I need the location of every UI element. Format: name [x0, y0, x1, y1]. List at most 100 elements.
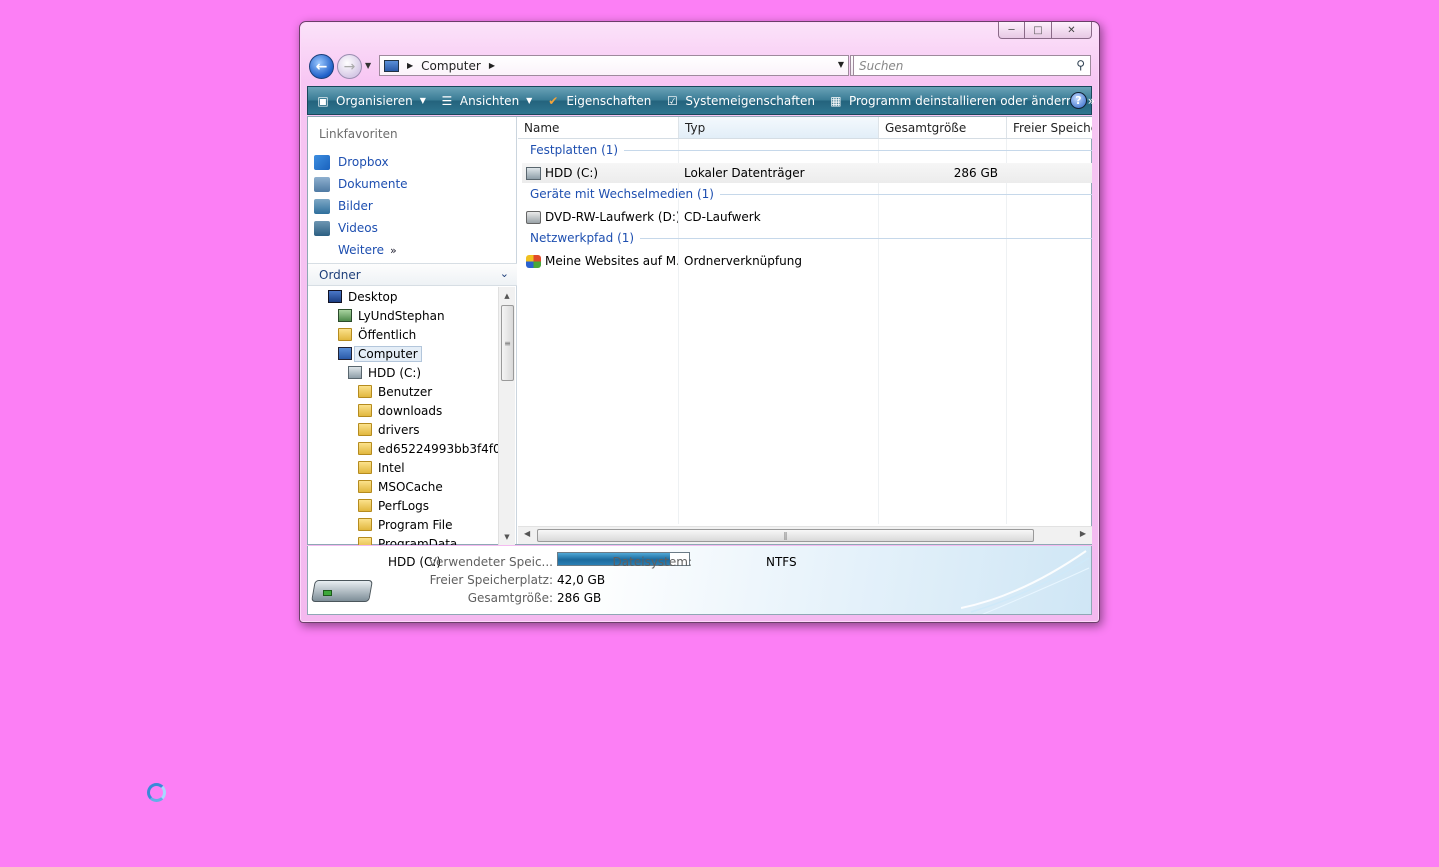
uninstall-program-button[interactable]: ▦ Programm deinstallieren oder ändern [821, 87, 1080, 114]
favorite-links-header: Linkfavoriten [319, 127, 398, 141]
minimize-button[interactable]: ─ [998, 22, 1025, 39]
scroll-thumb[interactable]: ‖ [537, 529, 1034, 542]
column-header-label: Typ [685, 121, 706, 135]
tree-item[interactable]: Desktop [308, 287, 498, 306]
cell-name: DVD-RW-Laufwerk (D:) [522, 210, 678, 224]
column-header-type[interactable]: ˄ Typ [679, 117, 879, 138]
videos-icon [314, 220, 330, 236]
group-divider [624, 149, 1092, 151]
tree-item[interactable]: MSOCache [308, 477, 498, 496]
explorer-window: ─ □ ✕ ← → ▼ ▶ Computer ▶ ▼ ⇄ Suchen ⚲ ▣ … [299, 21, 1100, 623]
maximize-icon: □ [1033, 24, 1043, 36]
tree-item-label: PerfLogs [378, 498, 430, 513]
details-filesystem-value: NTFS [766, 555, 797, 569]
tree-item[interactable]: ProgramData [308, 534, 498, 545]
scroll-thumb[interactable]: ≡ [501, 305, 514, 381]
tree-item[interactable]: LyUndStephan [308, 306, 498, 325]
user-icon [338, 309, 352, 322]
documents-icon [314, 176, 330, 192]
tree-item[interactable]: drivers [308, 420, 498, 439]
folder-icon [358, 480, 372, 493]
group-header-network[interactable]: Netzwerkpfad (1) [530, 231, 1092, 245]
tree-item-label: Öffentlich [358, 327, 417, 342]
tree-item[interactable]: Computer [308, 344, 498, 363]
tree-item-label: Program File [378, 517, 453, 532]
scroll-right-icon[interactable]: ▶ [1080, 529, 1086, 538]
search-icon[interactable]: ⚲ [1076, 58, 1085, 72]
tree-item[interactable]: downloads [308, 401, 498, 420]
list-item-dvd-d[interactable]: DVD-RW-Laufwerk (D:) CD-Laufwerk [522, 207, 1092, 227]
item-name: DVD-RW-Laufwerk (D:) [545, 210, 678, 224]
forward-button[interactable]: → [337, 54, 362, 79]
double-chevron-right-icon: » [390, 243, 397, 257]
favorite-link-pictures[interactable]: Bilder [314, 195, 408, 217]
favorite-link-documents[interactable]: Dokumente [314, 173, 408, 195]
scroll-down-icon[interactable]: ▼ [499, 528, 515, 545]
computer-icon [384, 59, 399, 72]
column-header-total-size[interactable]: Gesamtgröße [879, 117, 1007, 138]
search-input[interactable]: Suchen ⚲ [853, 55, 1091, 76]
tree-item-label: MSOCache [378, 479, 443, 494]
organize-icon: ▣ [317, 93, 329, 108]
tree-item-label: Benutzer [378, 384, 433, 399]
tree-item[interactable]: HDD (C:) [308, 363, 498, 382]
address-bar[interactable]: ▶ Computer ▶ ▼ [379, 55, 849, 76]
file-list-scrollbar[interactable]: ◀ ‖ ▶ [518, 526, 1092, 544]
details-filesystem-label: Dateisystem: [612, 555, 692, 569]
breadcrumb-chevron-icon[interactable]: ▶ [489, 61, 495, 70]
group-header-hard-disks[interactable]: Festplatten (1) [530, 143, 1092, 157]
breadcrumb-separator-icon[interactable]: ▶ [407, 61, 413, 70]
views-label: Ansichten [459, 93, 520, 108]
arrow-right-icon: → [343, 58, 356, 75]
checkmark-icon: ✔ [548, 93, 559, 108]
folder-icon [358, 404, 372, 417]
group-header-label: Festplatten (1) [530, 143, 619, 157]
list-item-websites[interactable]: Meine Websites auf M... Ordnerverknüpfun… [522, 251, 1092, 271]
chevron-down-icon: ▼ [419, 96, 426, 105]
explorer-content: Linkfavoriten Dropbox Dokumente Bilder V… [307, 116, 1092, 545]
tree-item[interactable]: Öffentlich [308, 325, 498, 344]
tree-item[interactable]: ed65224993bb3f4f06d9 [308, 439, 498, 458]
properties-button[interactable]: ✔ Eigenschaften [538, 87, 657, 114]
favorite-link-dropbox[interactable]: Dropbox [314, 151, 408, 173]
tree-item[interactable]: Benutzer [308, 382, 498, 401]
tree-item-label: ed65224993bb3f4f06d9 [378, 441, 498, 456]
column-header-name[interactable]: Name [518, 117, 679, 138]
system-properties-label: Systemeigenschaften [685, 93, 815, 108]
column-header-label: Name [524, 121, 560, 135]
cell-type: Lokaler Datenträger [684, 166, 805, 180]
chevron-down-icon: ▼ [526, 96, 533, 105]
column-header-free-space[interactable]: Freier Speicherp [1007, 117, 1092, 138]
cell-total-size: 286 GB [953, 166, 998, 180]
search-placeholder: Suchen [859, 59, 904, 73]
address-dropdown-icon[interactable]: ▼ [838, 60, 844, 69]
favorite-link-more[interactable]: Weitere » [314, 239, 408, 261]
close-button[interactable]: ✕ [1052, 22, 1092, 39]
details-pane: HDD (C:) Verwendeter Speic... Dateisyste… [307, 546, 1092, 615]
group-header-removable[interactable]: Geräte mit Wechselmedien (1) [530, 187, 1092, 201]
minimize-icon: ─ [1008, 24, 1015, 36]
tree-item-label: LyUndStephan [358, 308, 445, 323]
maximize-button[interactable]: □ [1025, 22, 1052, 39]
tree-item[interactable]: Program File [308, 515, 498, 534]
chevron-down-icon: ⌄ [499, 267, 509, 280]
favorite-link-videos[interactable]: Videos [314, 217, 408, 239]
folders-header[interactable]: Ordner ⌄ [308, 263, 517, 286]
system-properties-button[interactable]: ☑ Systemeigenschaften [657, 87, 821, 114]
organize-button[interactable]: ▣ Organisieren ▼ [308, 87, 432, 114]
recent-pages-button[interactable]: ▼ [365, 61, 371, 70]
folder-tree-scrollbar[interactable]: ▲ ≡ ▼ [498, 287, 515, 545]
navigation-row: ← → ▼ ▶ Computer ▶ ▼ ⇄ Suchen ⚲ [309, 53, 1092, 81]
tree-item[interactable]: PerfLogs [308, 496, 498, 515]
scroll-left-icon[interactable]: ◀ [524, 529, 530, 538]
favorite-link-label: Bilder [338, 199, 373, 213]
scroll-up-icon[interactable]: ▲ [499, 287, 515, 304]
list-item-hdd-c[interactable]: HDD (C:) Lokaler Datenträger 286 GB [522, 163, 1092, 183]
views-button[interactable]: ☰ Ansichten ▼ [432, 87, 538, 114]
breadcrumb-computer[interactable]: Computer [421, 59, 481, 73]
item-name: Meine Websites auf M... [545, 254, 678, 268]
tree-item[interactable]: Intel [308, 458, 498, 477]
back-button[interactable]: ← [309, 54, 334, 79]
group-header-label: Netzwerkpfad (1) [530, 231, 635, 245]
help-button[interactable]: ? [1070, 92, 1087, 109]
